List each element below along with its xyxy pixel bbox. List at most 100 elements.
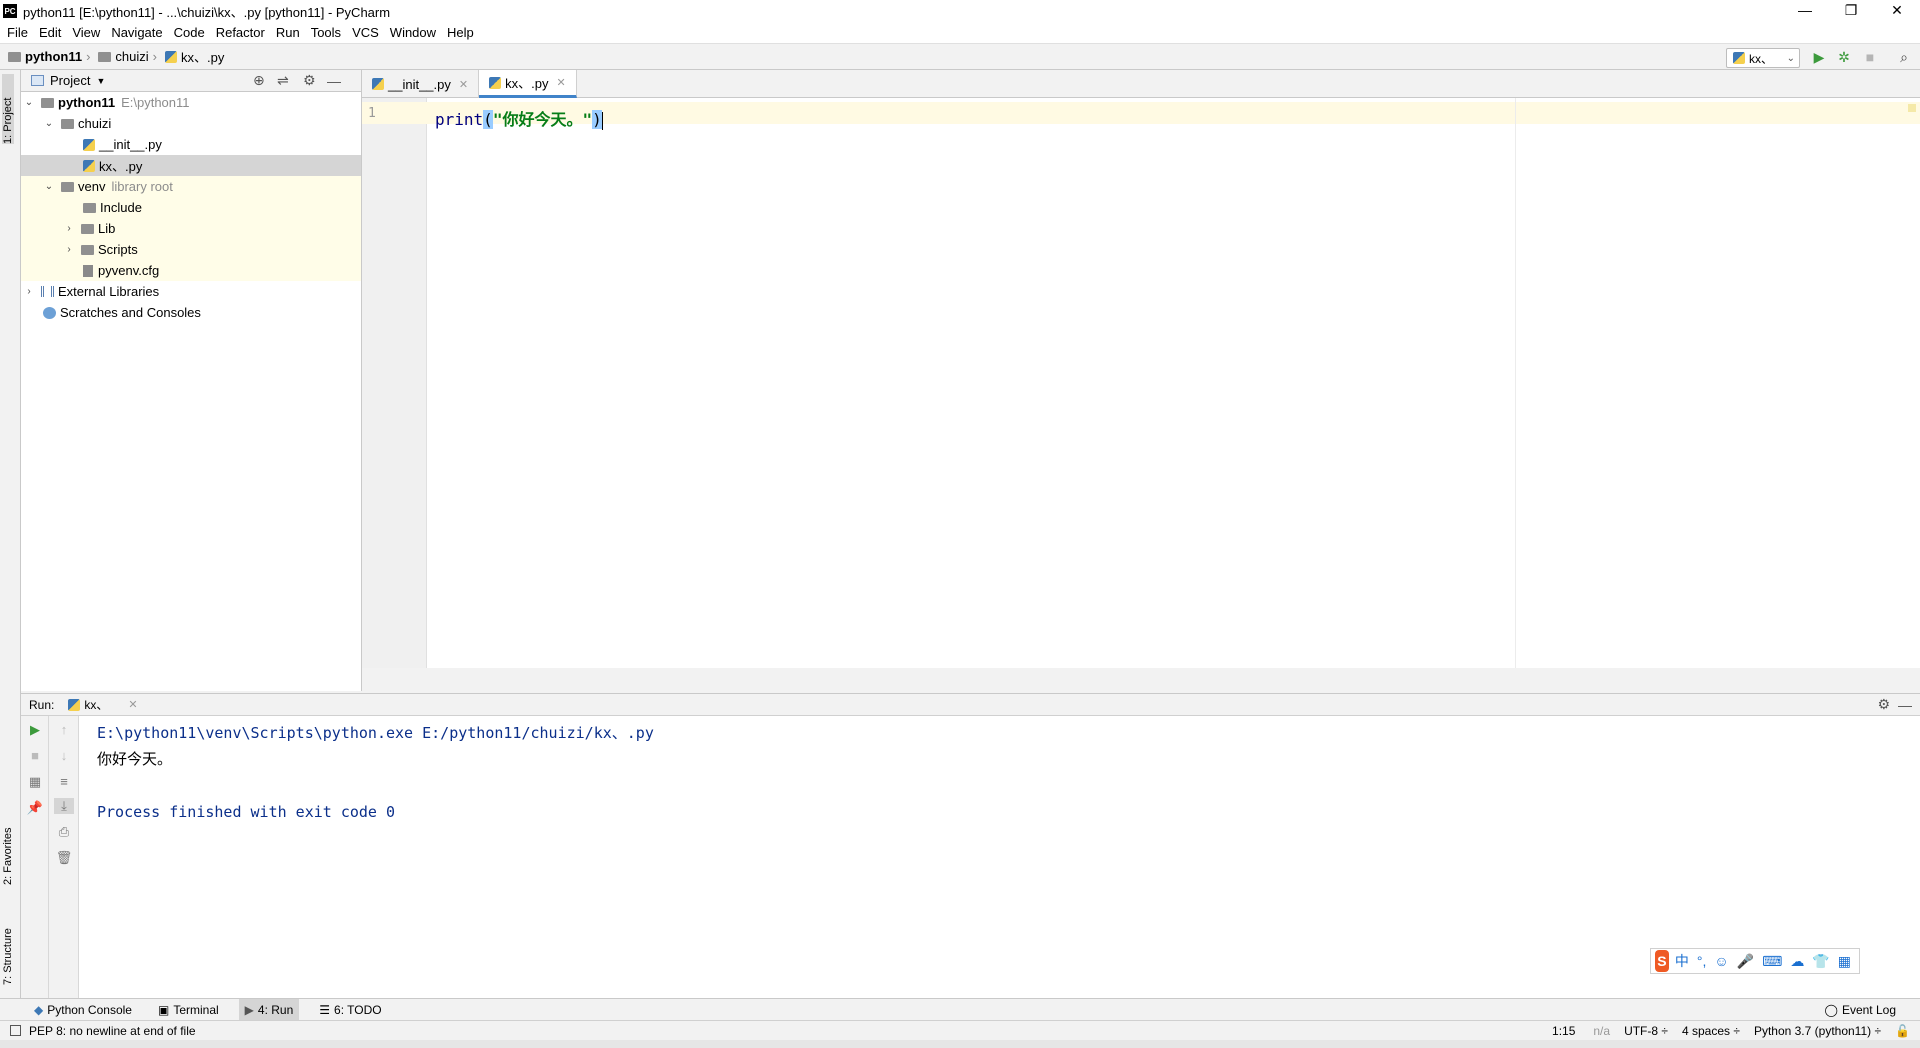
layout-icon[interactable]: ▦ [25, 774, 45, 790]
ime-skin-icon[interactable]: 👕 [1812, 953, 1829, 970]
folder-icon [83, 202, 96, 213]
ime-menu-icon[interactable]: ▦ [1838, 953, 1851, 970]
maximize-button[interactable]: ❐ [1828, 0, 1874, 22]
bottom-tool-tabs: ◆ Python Console ▣ Terminal ▶ 4: Run ☰ 6… [0, 998, 1920, 1021]
breadcrumb-file[interactable]: kx、.py [165, 47, 224, 66]
close-window-button[interactable]: ✕ [1874, 0, 1920, 22]
tab-python-console[interactable]: ◆ Python Console [28, 999, 138, 1021]
gear-icon[interactable]: ⚙ [1877, 696, 1890, 713]
arrow-up-icon[interactable]: ↑ [54, 722, 74, 737]
menu-vcs[interactable]: VCS [352, 25, 379, 40]
lock-icon[interactable]: 🔓 [1895, 1024, 1910, 1038]
status-message[interactable]: PEP 8: no newline at end of file [29, 1024, 196, 1038]
chevron-down-icon[interactable]: ⌄ [23, 97, 35, 108]
arrow-down-icon[interactable]: ↓ [54, 748, 74, 763]
chevron-down-icon[interactable]: ⌄ [43, 118, 55, 129]
python-interpreter[interactable]: Python 3.7 (python11) ÷ [1754, 1024, 1881, 1038]
console-command-line: E:\python11\venv\Scripts\python.exe E:/p… [97, 724, 654, 742]
close-icon[interactable]: ✕ [459, 78, 468, 91]
text-caret [601, 111, 603, 130]
print-icon[interactable]: ⎙ [54, 824, 74, 840]
run-tab-kx[interactable]: kx、 ✕ [68, 696, 138, 713]
breadcrumb-folder[interactable]: chuizi › [98, 49, 157, 64]
tree-item-include[interactable]: Include [21, 197, 361, 218]
tab-favorites[interactable]: 2: Favorites [2, 805, 14, 885]
menu-file[interactable]: File [7, 25, 28, 40]
line-separator[interactable]: n/a [1593, 1024, 1610, 1038]
search-everywhere-icon[interactable]: ⌕ [1896, 49, 1912, 65]
ime-emoji-icon[interactable]: ☺ [1714, 953, 1728, 969]
tree-item-external-libraries[interactable]: › External Libraries [21, 281, 361, 302]
chevron-right-icon[interactable]: › [63, 244, 75, 255]
trash-icon[interactable]: 🗑 [54, 850, 74, 866]
scroll-to-end-icon[interactable]: ⤓ [54, 798, 74, 814]
tree-item-chuizi[interactable]: ⌄ chuizi [21, 113, 361, 134]
menu-refactor[interactable]: Refactor [216, 25, 265, 40]
ime-toolbar[interactable]: S 中 °, ☺ 🎤 ⌨ ☁ 👕 ▦ [1650, 948, 1860, 974]
menu-navigate[interactable]: Navigate [111, 25, 162, 40]
tree-item-scratches[interactable]: Scratches and Consoles [21, 302, 361, 323]
hide-panel-icon[interactable]: — [1898, 697, 1912, 713]
tab-run[interactable]: ▶ 4: Run [238, 998, 300, 1021]
cursor-position[interactable]: 1:15 [1552, 1024, 1575, 1038]
rerun-icon[interactable]: ▶ [25, 722, 45, 738]
ime-voice-icon[interactable]: 🎤 [1737, 953, 1754, 970]
chevron-down-icon[interactable]: ⌄ [43, 181, 55, 192]
run-configuration-select[interactable]: kx、 ⌄ [1726, 48, 1800, 68]
sogou-logo-icon[interactable]: S [1655, 950, 1669, 972]
close-icon[interactable]: ✕ [128, 698, 137, 711]
ime-punctuation-icon[interactable]: °, [1697, 953, 1707, 969]
menu-help[interactable]: Help [447, 25, 474, 40]
menu-run[interactable]: Run [276, 25, 300, 40]
soft-wrap-icon[interactable]: ≡ [54, 774, 74, 789]
indent-setting[interactable]: 4 spaces ÷ [1682, 1024, 1740, 1038]
menu-tools[interactable]: Tools [311, 25, 341, 40]
tree-item-lib[interactable]: › Lib [21, 218, 361, 239]
python-file-icon [83, 159, 95, 172]
debug-icon[interactable]: ✲ [1836, 49, 1852, 65]
hide-panel-icon[interactable]: — [327, 73, 341, 89]
tree-item-kx-file[interactable]: kx、.py [21, 155, 361, 176]
code-editor[interactable] [427, 98, 1920, 668]
menu-view[interactable]: View [72, 25, 100, 40]
chevron-right-icon[interactable]: › [23, 286, 35, 297]
ime-cloud-icon[interactable]: ☁ [1790, 953, 1804, 970]
minimize-button[interactable]: — [1782, 0, 1828, 22]
tree-item-scripts[interactable]: › Scripts [21, 239, 361, 260]
locate-icon[interactable]: ⊕ [253, 72, 265, 89]
folder-icon [61, 181, 74, 192]
inspection-marker-icon[interactable] [1908, 104, 1916, 112]
folder-icon [81, 244, 94, 255]
menu-code[interactable]: Code [174, 25, 205, 40]
tab-project[interactable]: 1: Project [2, 74, 14, 144]
collapse-all-icon[interactable]: ⇌ [277, 72, 289, 89]
code-line-1[interactable]: print("你好今天。") [435, 106, 603, 130]
stop-icon[interactable]: ■ [25, 748, 45, 763]
tree-item-init-file[interactable]: __init__.py [21, 134, 361, 155]
tree-item-pyvenv-cfg[interactable]: pyvenv.cfg [21, 260, 361, 281]
tree-item-python11[interactable]: ⌄ python11 E:\python11 [21, 92, 361, 113]
chevron-right-icon[interactable]: › [63, 223, 75, 234]
ime-chinese-mode[interactable]: 中 [1675, 951, 1689, 971]
breadcrumb-project[interactable]: python11 › [8, 49, 90, 64]
tab-init-file[interactable]: __init__.py ✕ [362, 70, 480, 98]
menu-window[interactable]: Window [390, 25, 436, 40]
tab-kx-file[interactable]: kx、.py ✕ [479, 70, 577, 98]
gear-icon[interactable]: ⚙ [303, 72, 316, 89]
file-encoding[interactable]: UTF-8 ÷ [1624, 1024, 1668, 1038]
toggle-tool-windows-icon[interactable] [10, 1025, 21, 1036]
menu-edit[interactable]: Edit [39, 25, 61, 40]
close-icon[interactable]: ✕ [556, 76, 565, 89]
run-icon[interactable]: ▶ [1811, 49, 1827, 65]
pin-icon[interactable]: 📌 [25, 800, 45, 816]
tree-item-venv[interactable]: ⌄ venv library root [21, 176, 361, 197]
tab-structure[interactable]: 7: Structure [2, 905, 14, 985]
project-view-selector[interactable]: Project [50, 73, 90, 88]
chevron-down-icon[interactable]: ▼ [96, 76, 105, 86]
stop-icon[interactable]: ■ [1862, 49, 1878, 65]
ime-keyboard-icon[interactable]: ⌨ [1762, 953, 1782, 970]
tab-event-log[interactable]: ◯ Event Log [1819, 999, 1902, 1021]
tab-terminal[interactable]: ▣ Terminal [152, 999, 225, 1021]
taskbar-strip [0, 1040, 1920, 1048]
tab-todo[interactable]: ☰ 6: TODO [313, 999, 387, 1021]
